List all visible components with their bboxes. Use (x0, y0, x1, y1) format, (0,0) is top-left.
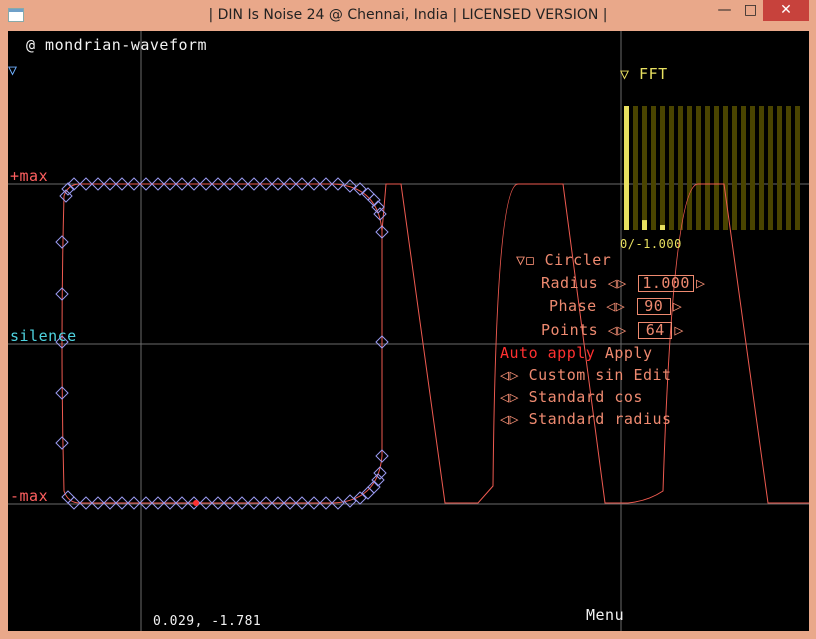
fft-bar-track (642, 106, 647, 230)
fft-bar-track (759, 106, 764, 230)
control-point-diamond[interactable] (55, 235, 69, 249)
points-row: Points ◁▷ 64 ▷ (541, 321, 684, 339)
auto-apply-toggle[interactable]: Auto apply (500, 344, 595, 362)
phase-right-arrow-icon[interactable]: ▷ (673, 297, 683, 315)
fft-bar-track (696, 106, 701, 230)
points-field[interactable]: 64 (638, 322, 673, 339)
menu-button[interactable]: Menu (586, 606, 624, 624)
standard-radius-option[interactable]: Standard radius (529, 410, 672, 428)
fft-bar-track (768, 106, 773, 230)
points-arrows-icon[interactable]: ◁▷ (608, 321, 627, 339)
silence-label: silence (10, 327, 77, 345)
fft-bar-track (678, 106, 683, 230)
radius-arrows-icon[interactable]: ◁▷ (608, 274, 627, 292)
fft-range-label: 0/-1.000 (620, 237, 682, 251)
radius-right-arrow-icon[interactable]: ▷ (696, 274, 706, 292)
close-button[interactable]: ✕ (763, 0, 809, 21)
fft-bar-track (633, 106, 638, 230)
collapse-arrow-icon[interactable]: ▽ (8, 61, 18, 79)
phase-row: Phase ◁▷ 90 ▷ (549, 297, 682, 315)
fft-bar-track (714, 106, 719, 230)
points-label: Points (541, 321, 599, 339)
waveform-plot[interactable] (8, 31, 809, 631)
standard-radius-arrows-icon[interactable]: ◁▷ (500, 410, 519, 428)
max-label: +max (10, 167, 49, 185)
edit-button[interactable]: Edit (633, 366, 671, 384)
minimize-button[interactable]: — (711, 0, 738, 21)
fft-bar-track (651, 106, 656, 230)
window-titlebar: | DIN Is Noise 24 @ Chennai, India | LIC… (0, 0, 816, 31)
waveform-canvas[interactable]: @ mondrian-waveform ▽ +max silence -max … (8, 31, 809, 631)
cursor-readout: 0.029, -1.781 (153, 614, 262, 629)
window-title: | DIN Is Noise 24 @ Chennai, India | LIC… (208, 7, 608, 23)
fft-bar-track (660, 106, 665, 230)
fft-bar-track (786, 106, 791, 230)
fft-bar-track (732, 106, 737, 230)
fft-bar-track (777, 106, 782, 230)
phase-arrows-icon[interactable]: ◁▷ (606, 297, 625, 315)
control-point-diamond[interactable] (55, 436, 69, 450)
fft-bars (624, 106, 800, 230)
fft-header[interactable]: ▽ FFT (620, 65, 668, 83)
fft-bar-track (795, 106, 800, 230)
points-right-arrow-icon[interactable]: ▷ (674, 321, 684, 339)
custom-sin-row: ◁▷ Custom sin Edit (500, 366, 672, 384)
min-label: -max (10, 487, 49, 505)
standard-cos-row: ◁▷ Standard cos (500, 388, 643, 406)
cursor-point (193, 500, 199, 506)
fft-bar-track (687, 106, 692, 230)
radius-field[interactable]: 1.000 (638, 275, 694, 292)
custom-sin-option[interactable]: Custom sin (529, 366, 624, 384)
radius-label: Radius (541, 274, 599, 292)
custom-sin-arrows-icon[interactable]: ◁▷ (500, 366, 519, 384)
control-point-diamond[interactable] (371, 473, 385, 487)
control-point-diamond[interactable] (371, 200, 385, 214)
waveform-name: @ mondrian-waveform (26, 36, 208, 54)
fft-bar-track (723, 106, 728, 230)
standard-cos-arrows-icon[interactable]: ◁▷ (500, 388, 519, 406)
apply-button[interactable]: Apply (605, 344, 653, 362)
phase-field[interactable]: 90 (636, 298, 671, 315)
standard-cos-option[interactable]: Standard cos (529, 388, 643, 406)
standard-radius-row: ◁▷ Standard radius (500, 410, 672, 428)
radius-row: Radius ◁▷ 1.000 ▷ (541, 274, 706, 292)
fft-bar (660, 225, 665, 230)
phase-label: Phase (549, 297, 597, 315)
fft-bar-track (669, 106, 674, 230)
fft-bar (624, 106, 629, 230)
fft-bar-track (741, 106, 746, 230)
apply-row: Auto apply Apply (500, 344, 653, 362)
fft-bar-track (750, 106, 755, 230)
circler-header[interactable]: ▽◻ Circler (516, 251, 611, 269)
fft-bar (642, 220, 647, 230)
maximize-button[interactable]: □ (738, 0, 763, 21)
fft-bar-track (705, 106, 710, 230)
